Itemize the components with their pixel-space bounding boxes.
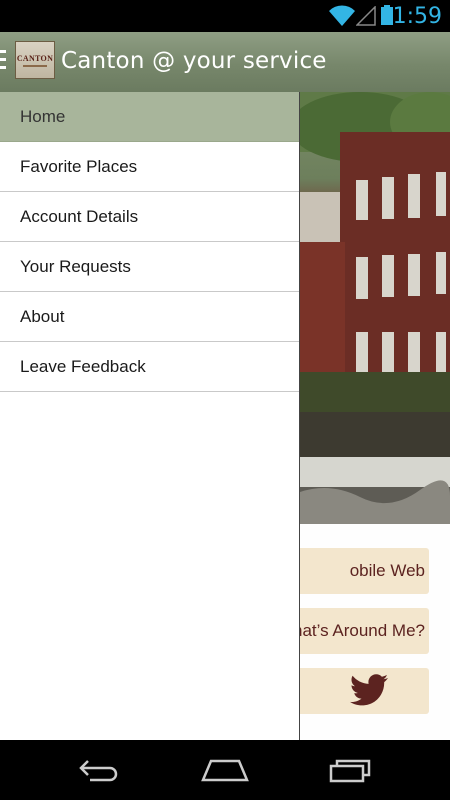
drawer-item-label: Favorite Places [20,156,138,176]
back-button[interactable] [70,752,130,788]
drawer-item-your-requests[interactable]: Your Requests [0,242,299,292]
drawer-item-label: Home [20,106,66,126]
battery-icon [381,5,393,25]
drawer-item-leave-feedback[interactable]: Leave Feedback [0,342,299,392]
drawer-item-about[interactable]: About [0,292,299,342]
drawer-item-label: About [20,306,65,326]
drawer-item-account-details[interactable]: Account Details [0,192,299,242]
drawer-item-label: Leave Feedback [20,356,146,376]
drawer-item-home[interactable]: Home [0,92,299,142]
recent-apps-button[interactable] [321,752,381,788]
hamburger-icon[interactable] [0,50,6,70]
twitter-icon [349,674,388,706]
recent-apps-icon [329,759,371,783]
signal-icon [356,6,376,26]
wifi-icon [329,5,355,27]
logo-text: CANTON [16,53,54,63]
status-bar: 1:59 [0,0,450,32]
home-icon [201,759,249,782]
drawer-item-label: Your Requests [20,256,131,276]
drawer-item-favorite-places[interactable]: Favorite Places [0,142,299,192]
system-nav-bar [0,740,450,800]
logo-divider [23,64,47,67]
home-button[interactable] [195,752,255,788]
back-icon [79,760,118,782]
mobile-web-label: obile Web [349,561,425,580]
whats-around-label: nat’s Around Me? [293,621,425,640]
navigation-drawer: Home Favorite Places Account Details You… [0,92,300,740]
app-logo[interactable]: CANTON [15,41,55,79]
drawer-item-label: Account Details [20,206,139,226]
clock: 1:59 [392,4,442,29]
page-title: Canton @ your service [61,48,327,74]
